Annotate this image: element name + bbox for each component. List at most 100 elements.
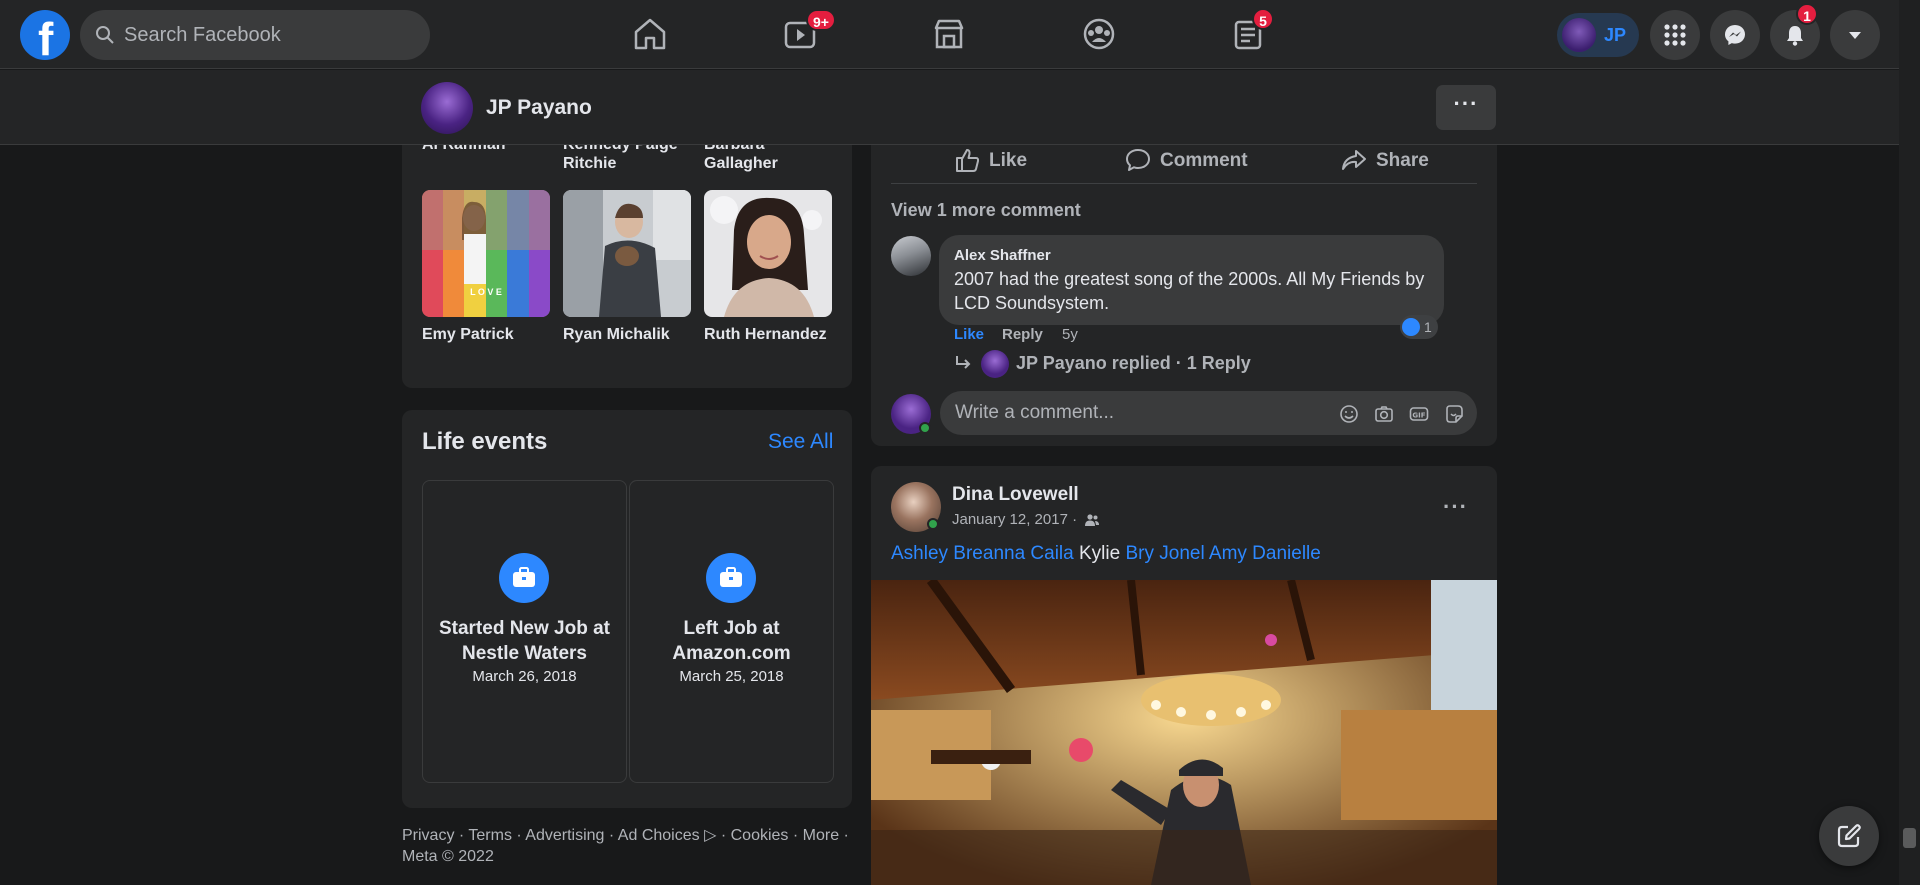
comment-button[interactable]: Comment [1124, 146, 1284, 186]
life-events-card: Life events See All Started New Job at N… [402, 410, 852, 808]
photo-overlay-text: L O V E [470, 287, 502, 297]
scrollbar-thumb[interactable] [1903, 828, 1916, 848]
friend-photo-emy-patrick[interactable]: L O V E [422, 190, 550, 317]
friends-audience-icon [1085, 514, 1100, 527]
menu-button[interactable] [1650, 10, 1700, 60]
briefcase-icon [706, 553, 756, 603]
briefcase-icon [499, 553, 549, 603]
tag-text: Kylie [1079, 543, 1121, 564]
divider [891, 183, 1477, 184]
friend-name[interactable]: Ryan Michalik [563, 325, 670, 344]
news-badge: 5 [1252, 8, 1274, 30]
share-label: Share [1376, 150, 1429, 171]
new-message-button[interactable] [1819, 806, 1879, 866]
avatar[interactable] [421, 82, 473, 134]
like-button[interactable]: Like [953, 146, 1063, 186]
comment-author[interactable]: Alex Shaffner [954, 247, 1051, 264]
profile-name[interactable]: JP Payano [486, 96, 592, 120]
comment-age[interactable]: 5y [1062, 326, 1078, 343]
post-date: January 12, 2017 · [952, 511, 1078, 528]
profile-more-button[interactable]: ··· [1436, 85, 1496, 130]
profile-shortcut-button[interactable]: JP [1557, 13, 1639, 57]
comment-text: 2007 had the greatest song of the 2000s.… [954, 269, 1425, 313]
life-event-title: Left Job at Amazon.com [672, 618, 791, 664]
notifications-button[interactable]: 1 [1770, 3, 1820, 60]
friend-name[interactable]: Ruth Hernandez [704, 325, 827, 344]
messenger-icon [1725, 25, 1745, 45]
comment-composer[interactable]: GIF [940, 391, 1477, 435]
comment-icon [1126, 149, 1150, 171]
post-author[interactable]: Dina Lovewell [952, 484, 1079, 506]
emoji-icon[interactable] [1339, 404, 1359, 424]
search-box[interactable] [80, 10, 430, 60]
avatar[interactable] [891, 236, 931, 276]
see-all-link[interactable]: See All [768, 430, 833, 454]
life-event-title: Started New Job at Nestle Waters [438, 618, 611, 664]
comment-reaction-badge[interactable]: 1 [1400, 315, 1438, 339]
life-event-item[interactable]: Left Job at Amazon.com March 25, 2018 [629, 480, 834, 783]
svg-text:GIF: GIF [1412, 411, 1425, 419]
post-timestamp[interactable]: January 12, 2017 · [952, 511, 1100, 528]
marketplace-store-icon [934, 19, 964, 49]
sticker-icon[interactable] [1444, 404, 1464, 424]
life-event-item[interactable]: Started New Job at Nestle Waters March 2… [422, 480, 627, 783]
reaction-count: 1 [1424, 319, 1432, 335]
facebook-logo[interactable]: f [20, 10, 70, 65]
footer-link-cookies[interactable]: Cookies [731, 827, 789, 844]
watch-nav-button[interactable]: 9+ [778, 9, 836, 54]
news-feed-nav-button[interactable]: 5 [1226, 8, 1274, 54]
footer-link-privacy[interactable]: Privacy [402, 827, 454, 844]
comment-input[interactable] [955, 391, 1335, 435]
friend-photo-ryan-michalik[interactable] [563, 190, 691, 317]
post-more-button[interactable]: ··· [1443, 494, 1468, 520]
footer-link-advertising[interactable]: Advertising [525, 827, 604, 844]
reply-arrow-icon [956, 356, 971, 369]
search-icon [96, 26, 114, 44]
comment-like-link[interactable]: Like [954, 326, 984, 343]
reply-summary: JP Payano replied · 1 Reply [1016, 353, 1251, 373]
profile-initials: JP [1604, 25, 1627, 45]
ad-choices-icon: ▷ [704, 827, 717, 844]
post-photo[interactable] [871, 580, 1497, 885]
avatar [981, 350, 1009, 378]
more-dots-icon: ··· [1453, 91, 1479, 116]
friend-photo-ruth-hernandez[interactable] [704, 190, 832, 317]
comment-bubble: Alex Shaffner 2007 had the greatest song… [939, 235, 1444, 325]
share-button[interactable]: Share [1340, 146, 1450, 186]
messenger-button[interactable] [1710, 10, 1760, 60]
groups-nav-button[interactable] [1077, 14, 1121, 54]
friend-name[interactable]: Emy Patrick [422, 325, 514, 344]
groups-icon [1083, 18, 1115, 50]
gif-icon[interactable]: GIF [1409, 404, 1429, 424]
post-card: Like Comment Share View 1 more comment A… [871, 110, 1497, 446]
copyright: Meta © 2022 [402, 848, 494, 865]
notifications-badge: 1 [1796, 3, 1818, 25]
page-scrollbar[interactable] [1899, 0, 1920, 885]
home-icon [634, 18, 666, 50]
search-input[interactable] [124, 10, 414, 60]
online-indicator [927, 518, 939, 530]
top-navigation-bar: f 9+ [0, 0, 1899, 69]
footer-link-more[interactable]: More [803, 827, 839, 844]
life-events-title: Life events [422, 428, 548, 455]
thumbs-up-icon [956, 149, 980, 172]
account-menu-button[interactable] [1830, 10, 1880, 60]
tag-link[interactable]: Ashley Breanna Caila [891, 543, 1074, 564]
like-label: Like [989, 150, 1028, 171]
camera-icon[interactable] [1374, 404, 1394, 424]
marketplace-nav-button[interactable] [927, 14, 971, 54]
home-nav-button[interactable] [628, 14, 672, 54]
avatar[interactable] [891, 394, 931, 434]
footer-link-ad-choices[interactable]: Ad Choices [618, 827, 700, 844]
friend-photo [563, 190, 691, 317]
post-tags: Ashley Breanna Caila Kylie Bry Jonel Amy… [891, 543, 1321, 565]
friend-photo [422, 190, 550, 317]
footer-link-terms[interactable]: Terms [468, 827, 512, 844]
comment-reply-link[interactable]: Reply [1002, 326, 1043, 343]
like-reaction-icon [1402, 318, 1420, 337]
tag-link[interactable]: Bry Jonel Amy Danielle [1125, 543, 1320, 564]
avatar[interactable] [891, 482, 941, 532]
profile-header-bar: JP Payano ··· [0, 70, 1899, 145]
view-more-comments-link[interactable]: View 1 more comment [891, 200, 1081, 221]
share-icon [1342, 150, 1366, 170]
